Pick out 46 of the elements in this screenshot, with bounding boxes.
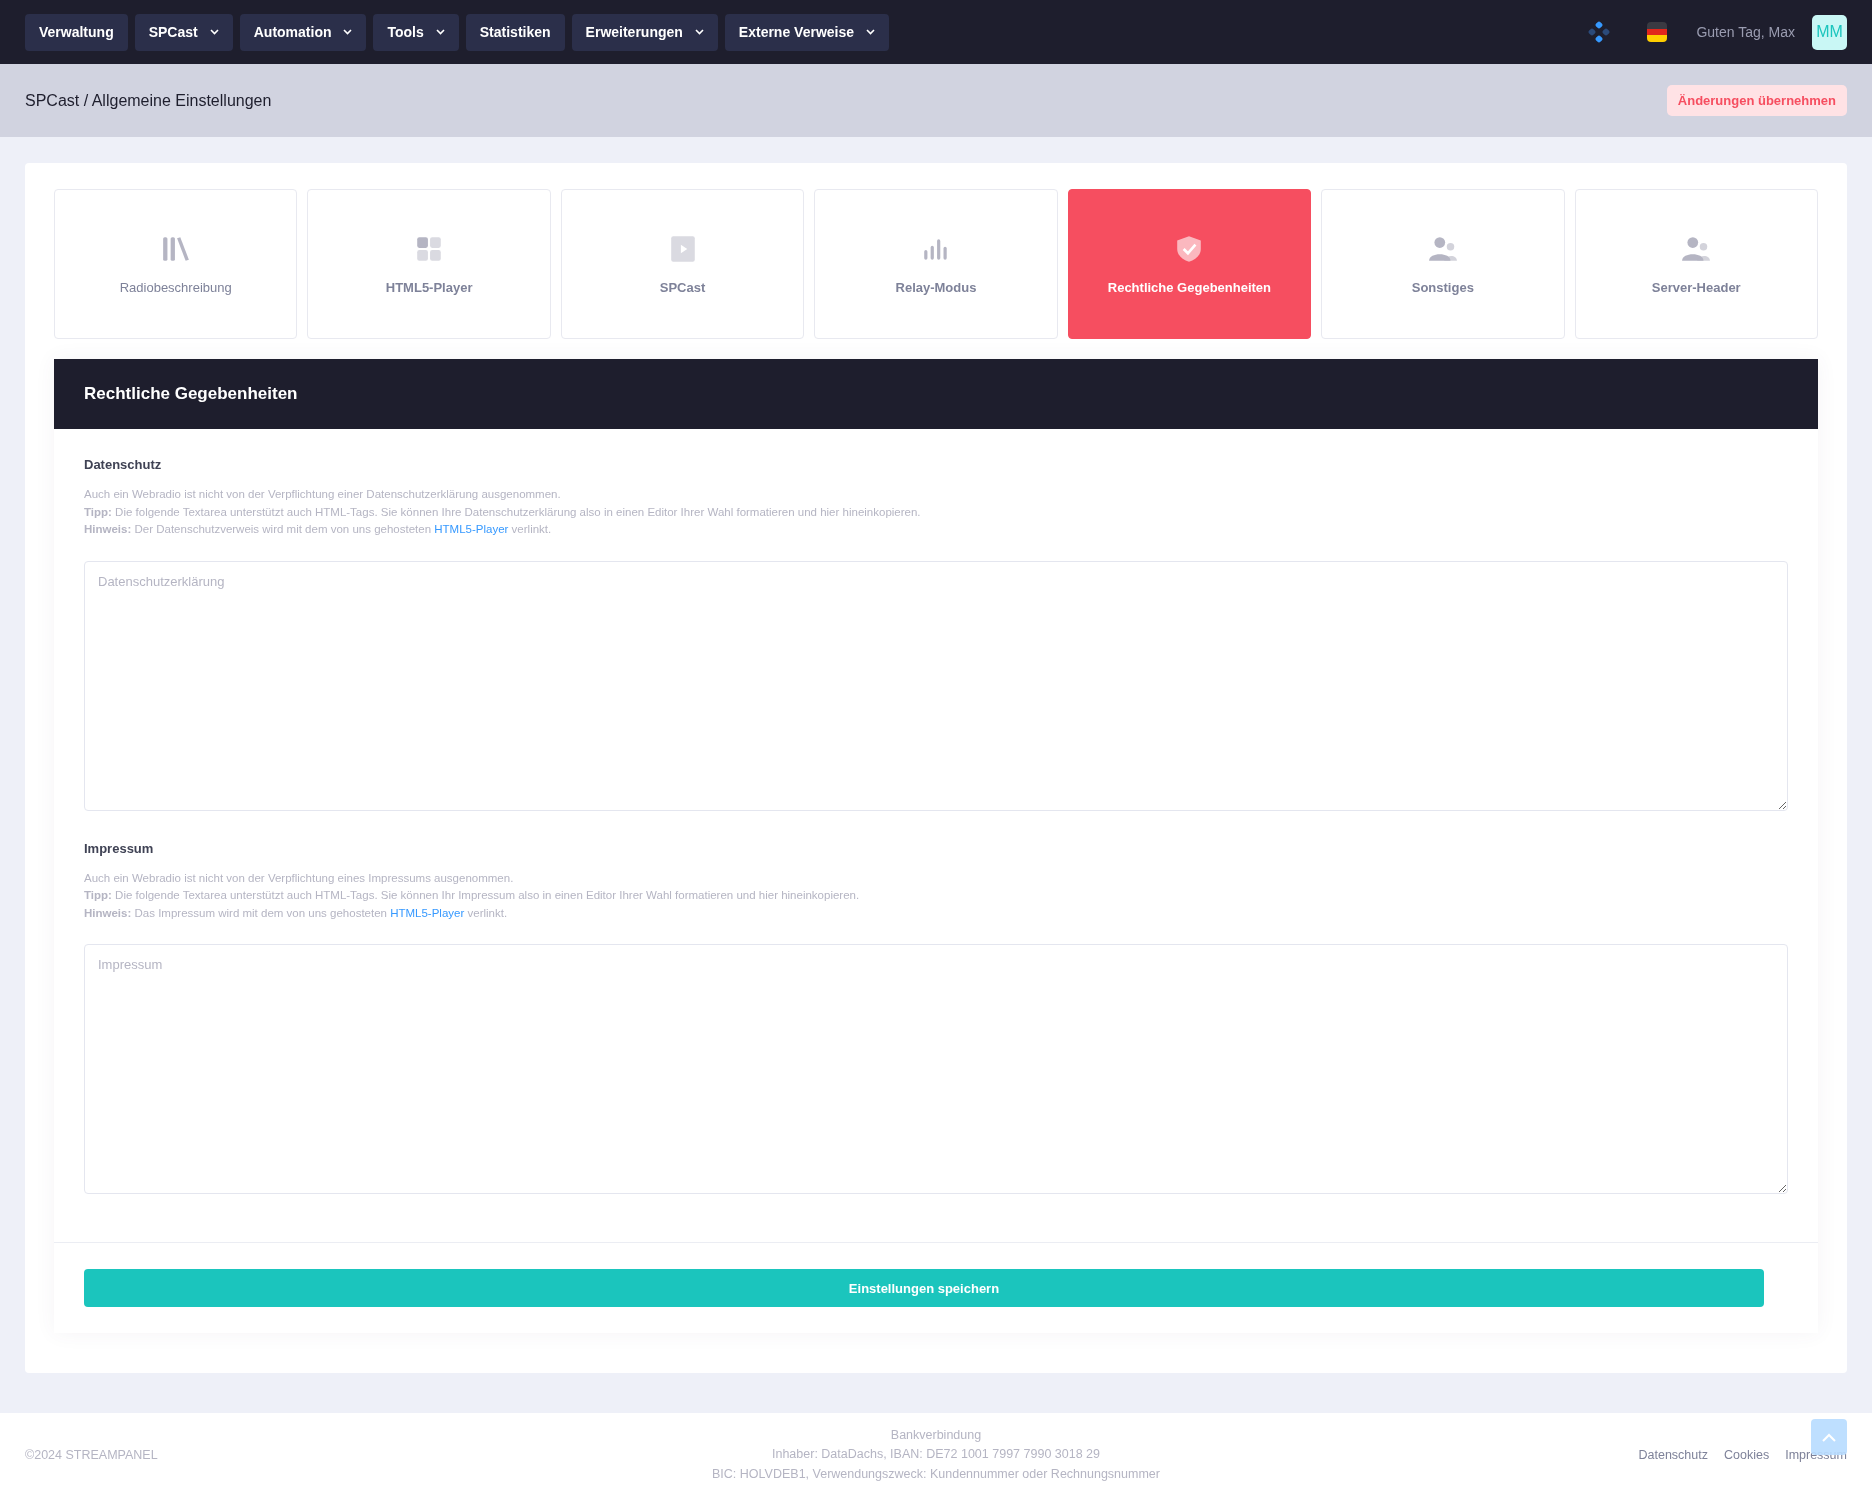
nav-menu-button[interactable]: Verwaltung — [25, 13, 128, 51]
help-text: Tipp: Die folgende Textarea unterstützt auch HTML-Tags. Sie können Ihre Datenschutzerklärung also in einen Editor Ihrer Wahl formatieren und hier hineinkopieren. — [84, 504, 922, 520]
settings-tab[interactable]: Server-Header — [1574, 189, 1818, 339]
chevron-down-icon — [435, 29, 445, 35]
settings-tab[interactable]: SPCast — [560, 189, 805, 339]
footer-link[interactable]: Datenschutz — [1638, 1448, 1708, 1462]
bank-details-text: Inhaber: DataDachs, IBAN: DE72 1001 7997 7990 3018 29 — [772, 1446, 1100, 1464]
apps-icon[interactable] — [1588, 21, 1611, 43]
footer-link[interactable]: Cookies — [1724, 1448, 1770, 1462]
help-text: Hinweis: Das Impressum wird mit dem von uns gehosteten HTML5-Player verlinkt. — [84, 905, 509, 921]
player-link[interactable]: HTML5-Player — [434, 523, 509, 535]
copyright-text: ©2024 STREAMPANEL — [25, 1448, 158, 1462]
settings-tab[interactable]: HTML5-Player — [307, 189, 551, 339]
save-settings-button[interactable]: Einstellungen speichern — [84, 1269, 1764, 1307]
chevron-up-icon — [1822, 1432, 1836, 1442]
field-label: Impressum — [84, 840, 155, 856]
settings-tab[interactable]: Relay-Modus — [814, 189, 1058, 339]
help-text: Auch ein Webradio ist nicht von der Verpflichtung eines Impressums ausgenommen. — [84, 870, 515, 886]
chevron-down-icon — [343, 29, 353, 35]
help-text: Auch ein Webradio ist nicht von der Verpflichtung einer Datenschutzerklärung ausgenommen. — [84, 487, 562, 502]
player-link[interactable]: HTML5-Player — [390, 906, 465, 919]
settings-tab[interactable]: Rechtliche Gegebenheiten — [1067, 189, 1312, 339]
section-title: Rechtliche Gegebenheiten — [54, 359, 1818, 429]
settings-tab[interactable]: Radiobeschreibung — [54, 189, 298, 339]
breadcrumb: SPCast / Allgemeine Einstellungen — [25, 91, 272, 110]
field-label: Datenschutz — [84, 457, 163, 472]
nav-menu-button[interactable]: SPCast — [134, 13, 233, 51]
nav-menu-button[interactable]: Erweiterungen — [571, 13, 718, 51]
nav-menu-button[interactable]: Statistiken — [465, 13, 565, 51]
chevron-down-icon — [866, 29, 876, 35]
german-flag-icon[interactable] — [1647, 22, 1668, 42]
help-text: Hinweis: Der Datenschutzverweis wird mit dem von uns gehosteten HTML5-Player verlinkt. — [84, 522, 553, 537]
nav-menu-button[interactable]: Automation — [239, 13, 367, 51]
nav-menu-button[interactable]: Externe Verweise — [724, 13, 890, 51]
bank-details-text: BIC: HOLVDEB1, Verwendungszweck: Kundennummer oder Rechnungsnummer — [712, 1465, 1160, 1483]
text-area[interactable]: Impressum — [84, 944, 1788, 1194]
chevron-down-icon — [694, 29, 704, 35]
chevron-down-icon — [209, 29, 219, 35]
greeting-text: Guten Tag, Max — [1696, 24, 1795, 40]
help-text: Tipp: Die folgende Textarea unterstützt auch HTML-Tags. Sie können Ihr Impressum also in einen Editor Ihrer Wahl formatieren und hier hineinkopieren. — [84, 888, 861, 903]
nav-menu-button[interactable]: Tools — [373, 13, 459, 51]
settings-tab[interactable]: Sonstiges — [1321, 189, 1565, 339]
bank-details-text: Bankverbindung — [890, 1426, 982, 1444]
text-area[interactable]: Datenschutzerklärung — [84, 560, 1788, 811]
apply-changes-button[interactable]: Änderungen übernehmen — [1666, 85, 1847, 116]
footer-link[interactable]: Impressum — [1785, 1448, 1847, 1462]
